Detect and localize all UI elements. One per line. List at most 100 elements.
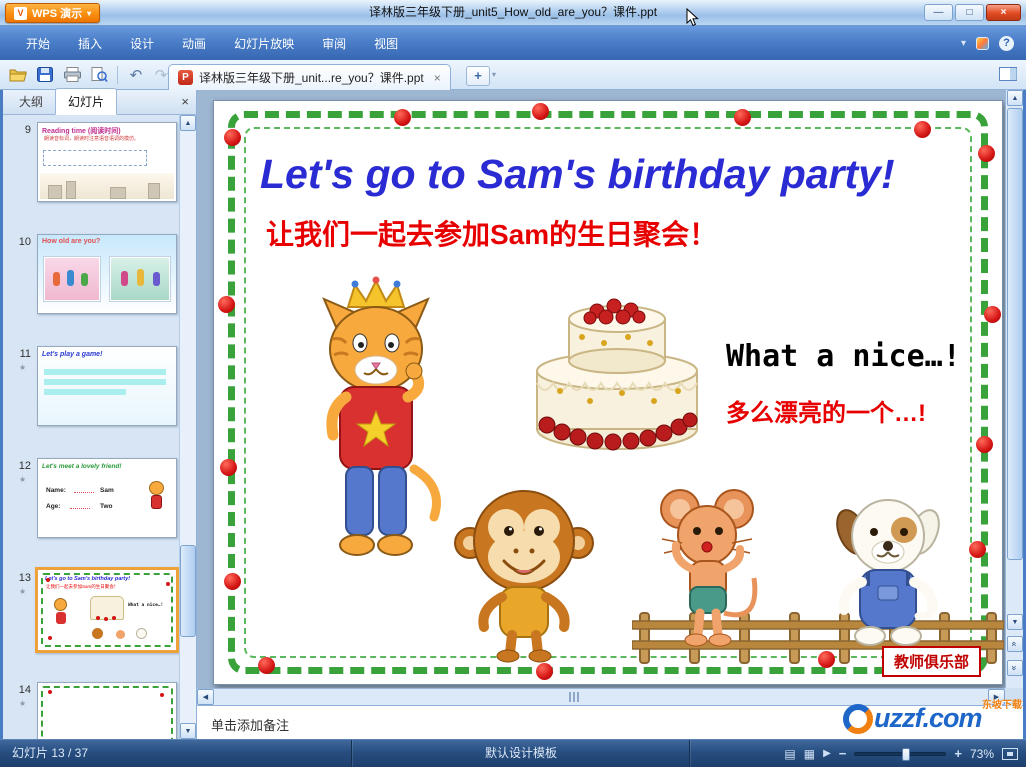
thumb-red-dot: [46, 578, 50, 582]
slideshow-button[interactable]: ▶: [823, 748, 831, 759]
zoom-in-button[interactable]: +: [954, 746, 962, 761]
zoom-slider-thumb[interactable]: [902, 747, 911, 761]
thumbnail-item-10[interactable]: 10 How old are you?: [3, 234, 179, 334]
thumb-red-dot: [160, 693, 164, 697]
zoom-slider[interactable]: [854, 747, 947, 761]
tab-outline[interactable]: 大纲: [7, 89, 55, 114]
print-preview-button[interactable]: [87, 63, 111, 86]
vertical-scrollbar[interactable]: ▲ ▼ « »: [1005, 90, 1023, 688]
help-icon[interactable]: ?: [999, 35, 1014, 51]
slide-thumbnail[interactable]: [37, 682, 177, 739]
print-button[interactable]: [60, 63, 84, 86]
red-dot: [969, 541, 986, 558]
thumbnail-item-12[interactable]: 12 ★ Let's meet a lovely friend! Name: S…: [3, 458, 179, 558]
thumb-cat-illustration: [151, 495, 162, 509]
next-slide-button[interactable]: »: [1007, 660, 1023, 676]
scroll-up-icon[interactable]: ▲: [180, 115, 196, 131]
minimize-button[interactable]: —: [924, 4, 953, 21]
tab-slides[interactable]: 幻灯片: [55, 88, 118, 115]
thumb-mouse-blob: [116, 630, 125, 639]
slide-sorter-view-button[interactable]: ▦: [804, 747, 815, 761]
menu-tab-insert[interactable]: 插入: [64, 30, 116, 57]
thumbnail-item-9[interactable]: 9 Reading time (阅读时间) 朗读音标词，朗读时注意语音语调的模仿…: [3, 122, 179, 222]
menu-tab-home[interactable]: 开始: [12, 30, 64, 57]
thumb-title: Let's play a game!: [42, 351, 103, 358]
birthday-cake-image[interactable]: [502, 279, 732, 469]
slide-caption-chinese[interactable]: 多么漂亮的一个…!: [726, 393, 926, 428]
fit-to-window-button[interactable]: [1002, 747, 1018, 760]
slide-thumbnail[interactable]: Let's meet a lovely friend! Name: Sam Ag…: [37, 458, 177, 538]
slide-thumbnail[interactable]: Reading time (阅读时间) 朗读音标词，朗读时注意语音语调的模仿。: [37, 122, 177, 202]
document-tab[interactable]: P 译林版三年级下册_unit...re_you？课件.ppt ×: [168, 64, 451, 90]
new-tab-button[interactable]: +: [466, 66, 490, 86]
thumb-bead: [112, 616, 116, 620]
open-file-button[interactable]: [6, 63, 30, 86]
thumbnail-item-11[interactable]: 11 ★ Let's play a game!: [3, 346, 179, 446]
splitter-grip[interactable]: [569, 692, 579, 702]
scrollbar-thumb[interactable]: [180, 545, 196, 637]
slide-thumbnail[interactable]: How old are you?: [37, 234, 177, 314]
thumb-name-value: Sam: [100, 487, 114, 494]
thumbnail-scrollbar[interactable]: ▲ ▼: [179, 115, 196, 739]
thumbnail-item-14[interactable]: 14 ★: [3, 682, 179, 739]
thumb-picture: [44, 257, 100, 301]
zoom-out-button[interactable]: −: [839, 746, 847, 761]
scroll-down-icon[interactable]: ▼: [180, 723, 196, 739]
previous-slide-button[interactable]: «: [1007, 636, 1023, 652]
red-dot: [536, 663, 553, 680]
pane-layout-icon: [999, 67, 1017, 81]
red-dot: [976, 436, 993, 453]
save-button[interactable]: [33, 63, 57, 86]
thumb-picture: [110, 257, 170, 301]
thumb-title: How old are you?: [42, 238, 101, 245]
wps-app-button[interactable]: V WPS 演示 ▾: [5, 3, 101, 23]
slide-subtitle[interactable]: 让我们一起去参加Sam的生日聚会！: [266, 213, 717, 253]
slide-number: 11: [19, 348, 31, 360]
normal-view-button[interactable]: ▤: [784, 747, 795, 761]
menu-tab-slideshow[interactable]: 幻灯片放映: [220, 30, 308, 57]
menu-tab-design[interactable]: 设计: [116, 30, 168, 57]
slide-thumbnail-selected[interactable]: Let's go to Sam's birthday party! 让我们一起去…: [35, 567, 179, 653]
document-tab-close-icon[interactable]: ×: [430, 71, 441, 85]
scroll-left-icon[interactable]: ◀: [197, 689, 214, 705]
dog-image[interactable]: [816, 486, 961, 661]
thumb-textbox: [43, 150, 147, 166]
undo-button[interactable]: ↶: [124, 63, 148, 86]
animation-star-icon: ★: [19, 587, 27, 596]
red-dot: [984, 306, 1001, 323]
close-button[interactable]: ×: [986, 4, 1021, 21]
thumb-age-label: Age:: [46, 503, 61, 510]
teacher-club-stamp[interactable]: 教师俱乐部: [882, 646, 982, 677]
monkey-image[interactable]: [454, 463, 594, 663]
ribbon-collapse-icon[interactable]: ▾: [961, 38, 966, 49]
red-dot: [224, 129, 241, 146]
maximize-button[interactable]: □: [955, 4, 984, 21]
thumbnail-item-13[interactable]: 13 ★ Let's go to Sam's birthday party! 让…: [3, 567, 179, 670]
slides-panel: 大纲 幻灯片 × 9 Reading time (阅读时间) 朗读音标词，朗读时…: [3, 88, 197, 739]
red-dot: [394, 109, 411, 126]
scroll-down-icon[interactable]: ▼: [1007, 614, 1023, 630]
thumb-title: Let's meet a lovely friend!: [42, 463, 122, 470]
toolbar-separator: [117, 65, 118, 84]
cat-image[interactable]: [296, 273, 456, 573]
task-pane-toggle-button[interactable]: [999, 67, 1017, 86]
slide-thumbnail[interactable]: Let's play a game!: [37, 346, 177, 426]
menu-tab-review[interactable]: 审阅: [308, 30, 360, 57]
scrollbar-thumb[interactable]: [1007, 108, 1023, 560]
menu-tab-view[interactable]: 视图: [360, 30, 412, 57]
red-dot: [532, 103, 549, 120]
panel-close-icon[interactable]: ×: [181, 94, 189, 109]
slide-page[interactable]: Let's go to Sam's birthday party! 让我们一起去…: [213, 100, 1004, 685]
red-dot: [220, 459, 237, 476]
thumb-name-label: Name:: [46, 487, 66, 494]
slide-number: 10: [18, 236, 31, 248]
menu-tab-animation[interactable]: 动画: [168, 30, 220, 57]
scroll-up-icon[interactable]: ▲: [1007, 90, 1023, 106]
slide-caption-english[interactable]: What a nice…!: [726, 339, 961, 374]
skin-icon[interactable]: [976, 36, 989, 50]
new-tab-dropdown-icon[interactable]: ▾: [492, 70, 496, 79]
slide-title[interactable]: Let's go to Sam's birthday party!: [260, 151, 895, 198]
mouse-image[interactable]: [652, 473, 767, 658]
print-preview-icon: [91, 67, 108, 82]
titlebar[interactable]: V WPS 演示 ▾ 译林版三年级下册_unit5_How_old_are_yo…: [0, 0, 1026, 26]
